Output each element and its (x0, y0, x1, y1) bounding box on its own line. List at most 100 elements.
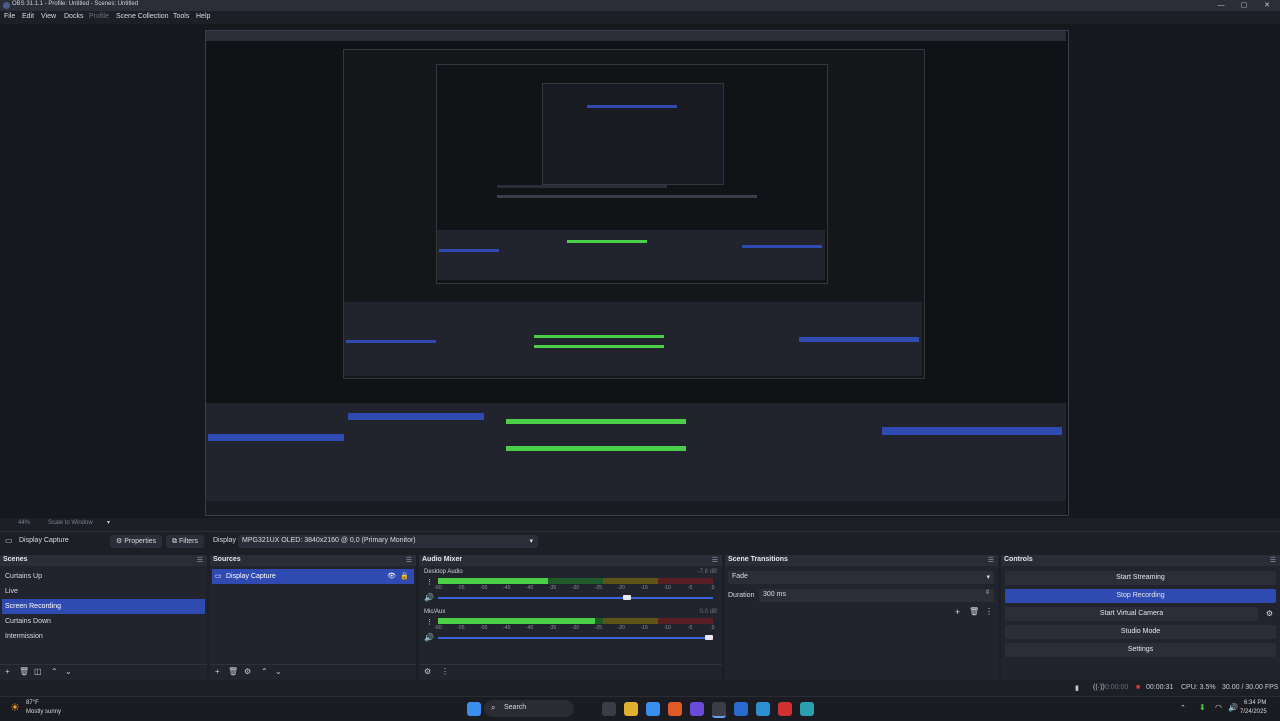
audio-mixer-dock: Audio Mixer ☰ Desktop Audio -7.8 dB ⋮ -60… (419, 555, 722, 680)
channel-name: Desktop Audio (424, 569, 463, 575)
app-red-icon[interactable] (778, 702, 792, 716)
chrome-icon[interactable] (646, 702, 660, 716)
level-fill (438, 578, 548, 584)
preview-capture (205, 30, 1069, 516)
kebab-menu-icon[interactable]: ⋮ (441, 667, 449, 676)
source-item[interactable]: ▭ Display Capture 👁 🔒 (212, 569, 414, 584)
gear-icon[interactable]: ⚙ (244, 667, 251, 676)
kebab-menu-icon[interactable]: ⋮ (985, 607, 993, 616)
close-button[interactable]: ✕ (1256, 0, 1278, 11)
meter-tick-label: -5 (687, 625, 693, 631)
channel-db: 0.0 dB (699, 609, 717, 615)
obs-icon[interactable] (712, 702, 726, 718)
meter-tick-label: -35 (548, 625, 557, 631)
dock-menu-icon[interactable]: ☰ (197, 556, 203, 564)
gear-icon[interactable]: ⚙ (1266, 609, 1273, 618)
display-select[interactable]: MPG321UX OLED: 3840x2160 @ 0,0 (Primary … (238, 535, 538, 548)
menu-view[interactable]: View (41, 13, 56, 20)
menu-scene-collection[interactable]: Scene Collection (116, 13, 169, 20)
filter-icon: ⧉ (172, 538, 177, 545)
move-up-icon[interactable]: ⌃ (261, 667, 268, 676)
filters-button[interactable]: ⧉ Filters (166, 535, 205, 548)
scene-item[interactable]: Live (2, 584, 205, 599)
menu-tools[interactable]: Tools (173, 13, 189, 20)
channel-db: -7.8 dB (697, 569, 717, 575)
vscode-icon[interactable] (734, 702, 748, 716)
remove-source-icon[interactable]: 🗑 (228, 667, 238, 676)
nested-preview-2 (436, 64, 828, 284)
duration-field[interactable]: 300 ms ⇳ (759, 589, 994, 602)
cpu-usage: CPU: 3.5% (1181, 684, 1216, 691)
volume-knob[interactable] (622, 595, 631, 600)
dock-menu-icon[interactable]: ☰ (406, 556, 412, 564)
remove-transition-icon[interactable]: 🗑 (969, 607, 979, 616)
menu-edit[interactable]: Edit (22, 13, 34, 20)
eye-icon[interactable]: 👁 (387, 569, 396, 584)
stop-recording-button[interactable]: Stop Recording (1005, 589, 1276, 603)
speaker-icon[interactable]: 🔊 (424, 593, 434, 602)
chevron-up-icon[interactable]: ⌃ (1180, 704, 1186, 712)
kebab-menu-icon[interactable]: ⋮ (426, 578, 433, 586)
start-streaming-button[interactable]: Start Streaming (1005, 571, 1276, 585)
dock-menu-icon[interactable]: ☰ (988, 556, 994, 564)
chevron-down-icon[interactable]: ▾ (107, 519, 110, 526)
chevron-down-icon: ▾ (986, 574, 990, 581)
volume-knob[interactable] (705, 635, 713, 640)
scene-item[interactable]: Intermission (2, 629, 205, 644)
zoom-percent[interactable]: 44% (18, 520, 30, 526)
maximize-button[interactable]: ▢ (1233, 0, 1255, 11)
start-virtual-camera-button[interactable]: Start Virtual Camera (1005, 607, 1258, 621)
add-transition-icon[interactable]: + (955, 607, 960, 617)
steam-icon[interactable] (756, 702, 770, 716)
search-icon: ⌕ (491, 703, 496, 712)
wifi-icon[interactable]: ◠ (1215, 703, 1222, 712)
zoom-mode[interactable]: Scale to Window (48, 520, 93, 526)
meter-tick-label: -20 (617, 625, 625, 631)
task-view-icon[interactable] (602, 702, 616, 716)
settings-button[interactable]: Settings (1005, 643, 1276, 657)
app-tray-icon[interactable]: ⬇ (1199, 703, 1206, 712)
app-icon[interactable] (690, 702, 704, 716)
mixer-channel-desktop: Desktop Audio -7.8 dB ⋮ -60 -55 -50 -45 -40-… (422, 569, 719, 607)
dock-menu-icon[interactable]: ☰ (1270, 556, 1276, 564)
menu-help[interactable]: Help (196, 13, 210, 20)
source-label: Display Capture (226, 573, 276, 580)
properties-button[interactable]: ⚙ Properties (110, 535, 163, 548)
scenes-title: Scenes (3, 556, 28, 563)
lock-icon[interactable]: 🔒 (400, 569, 409, 584)
transition-select[interactable]: Fade ▾ (728, 571, 994, 584)
volume-slider[interactable] (438, 595, 713, 600)
taskbar-search[interactable]: ⌕ Search (484, 700, 574, 717)
edge-icon[interactable] (800, 702, 814, 716)
file-explorer-icon[interactable] (624, 702, 638, 716)
meter-tick-label: -50 (480, 625, 488, 631)
minimize-button[interactable]: — (1210, 0, 1232, 11)
kebab-menu-icon[interactable]: ⋮ (426, 618, 433, 626)
add-source-icon[interactable]: + (215, 667, 220, 676)
volume-icon[interactable]: 🔊 (1228, 703, 1238, 712)
filters-label: Filters (178, 538, 199, 545)
menu-profile[interactable]: Profile (89, 13, 109, 20)
advanced-audio-icon[interactable]: ⚙ (424, 667, 431, 676)
move-up-icon[interactable]: ⌃ (51, 667, 58, 676)
scene-item-selected[interactable]: Screen Recording (2, 599, 205, 614)
clock-time: 6:34 PM (1244, 700, 1267, 706)
scene-item[interactable]: Curtains Down (2, 614, 205, 629)
windows-start-icon[interactable] (467, 702, 481, 716)
spin-icon[interactable]: ⇳ (985, 589, 990, 596)
brave-icon[interactable] (668, 702, 682, 716)
remove-scene-icon[interactable]: 🗑 (19, 667, 29, 676)
speaker-icon[interactable]: 🔊 (424, 633, 434, 642)
menu-file[interactable]: File (4, 13, 15, 20)
filter-icon[interactable]: ◫ (34, 667, 42, 676)
move-down-icon[interactable]: ⌄ (275, 667, 282, 676)
volume-slider[interactable] (438, 635, 713, 640)
add-scene-icon[interactable]: + (5, 667, 10, 676)
monitor-icon: ▭ (5, 536, 13, 545)
menu-docks[interactable]: Docks (64, 13, 83, 20)
move-down-icon[interactable]: ⌄ (65, 667, 72, 676)
dock-menu-icon[interactable]: ☰ (712, 556, 718, 564)
studio-mode-button[interactable]: Studio Mode (1005, 625, 1276, 639)
scene-item[interactable]: Curtains Up (2, 569, 205, 584)
weather-icon[interactable]: ☀ (10, 701, 20, 714)
